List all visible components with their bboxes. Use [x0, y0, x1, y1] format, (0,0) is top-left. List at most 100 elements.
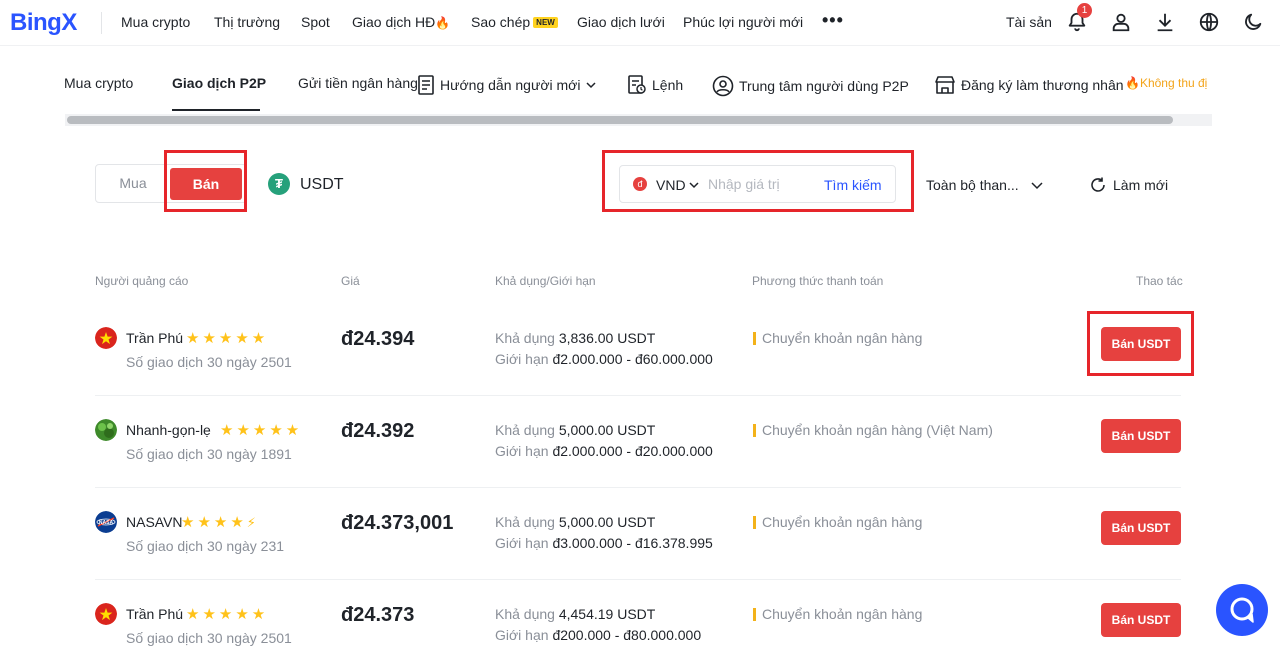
trade-count: Số giao dịch 30 ngày 1891: [126, 446, 292, 462]
fire-icon: 🔥: [435, 16, 451, 30]
subnav-buy-crypto[interactable]: Mua crypto: [64, 75, 133, 91]
advertiser-name[interactable]: Trần Phú: [126, 606, 183, 622]
free-fee-label: Không thu đị: [1139, 76, 1208, 90]
sell-usdt-button[interactable]: Bán USDT: [1101, 511, 1181, 545]
available-prefix: Khả dụng: [495, 514, 555, 530]
user-icon[interactable]: [1110, 11, 1132, 33]
available-value: 3,836.00 USDT: [558, 330, 656, 346]
nav-grid-trading[interactable]: Giao dịch lưới: [577, 14, 665, 30]
coin-selector[interactable]: USDT: [300, 176, 344, 194]
sell-usdt-button[interactable]: Bán USDT: [1101, 419, 1181, 453]
active-tab-indicator: [172, 109, 260, 111]
highlight-box-sell-usdt: [1087, 311, 1194, 376]
payment-method-select[interactable]: Toàn bộ than...: [926, 177, 1019, 193]
usdt-icon: ₮: [268, 173, 290, 195]
store-icon: [935, 76, 955, 94]
rating-stars: ★★★★★: [186, 606, 269, 623]
orders-icon: [628, 75, 646, 94]
price: đ24.392: [341, 420, 415, 442]
chevron-down-icon[interactable]: [1030, 179, 1044, 191]
nav-copy-trade-label: Sao chép: [471, 14, 531, 30]
assets-link[interactable]: Tài sản: [1006, 14, 1052, 30]
trade-count: Số giao dịch 30 ngày 2501: [126, 630, 292, 646]
row-divider: [95, 487, 1181, 488]
download-icon[interactable]: [1154, 11, 1176, 33]
subnav-p2p[interactable]: Giao dịch P2P: [172, 75, 266, 91]
limit-value: đ2.000.000 - đ20.000.000: [552, 443, 713, 459]
price: đ24.373: [341, 604, 415, 626]
refresh-button[interactable]: Làm mới: [1089, 176, 1168, 194]
limit: Giới hạn đ2.000.000 - đ60.000.000: [495, 351, 713, 367]
globe-icon[interactable]: [1198, 11, 1220, 33]
rating-stars: ★★★★⚡: [181, 513, 259, 531]
available: Khả dụng 3,836.00 USDT: [495, 330, 655, 346]
price: đ24.373,001: [341, 512, 454, 534]
avatar-vn-flag: [95, 327, 117, 349]
user-circle-icon: [712, 75, 734, 97]
available: Khả dụng 5,000.00 USDT: [495, 514, 655, 530]
limit: Giới hạn đ2.000.000 - đ20.000.000: [495, 443, 713, 459]
nav-newbie-rewards[interactable]: Phúc lợi người mới: [683, 14, 803, 30]
row-divider: [95, 395, 1181, 396]
payment-method: Chuyển khoản ngân hàng (Việt Nam): [753, 422, 993, 438]
refresh-label: Làm mới: [1113, 177, 1169, 193]
avatar-nasa: NASA: [95, 511, 117, 533]
advertiser-name[interactable]: NASAVN: [126, 514, 183, 530]
limit-prefix: Giới hạn: [495, 627, 549, 643]
subnav-orders-label: Lệnh: [652, 77, 684, 93]
subnav-scrollbar-thumb[interactable]: [67, 116, 1173, 124]
available-prefix: Khả dụng: [495, 330, 555, 346]
highlight-box-sell: [164, 150, 247, 212]
subnav-newbie-guide[interactable]: Hướng dẫn người mới: [417, 75, 597, 95]
subnav-p2p-user-center[interactable]: Trung tâm người dùng P2P: [712, 75, 909, 97]
rating-stars: ★★★★★: [220, 422, 303, 439]
nav-markets[interactable]: Thị trường: [214, 14, 280, 30]
limit-prefix: Giới hạn: [495, 535, 549, 551]
header-price: Giá: [341, 274, 360, 288]
moon-icon[interactable]: [1242, 11, 1264, 33]
price: đ24.394: [341, 328, 415, 350]
header-available-limit: Khả dụng/Giới hạn: [495, 274, 596, 288]
sell-usdt-button[interactable]: Bán USDT: [1101, 603, 1181, 637]
chevron-down-icon: [586, 82, 596, 89]
advertiser-name[interactable]: Trần Phú: [126, 330, 183, 346]
nav-buy-crypto[interactable]: Mua crypto: [121, 14, 190, 30]
rating-stars: ★★★★★: [186, 330, 269, 347]
subnav-bank-deposit[interactable]: Gửi tiền ngân hàng: [298, 75, 418, 91]
trade-count: Số giao dịch 30 ngày 2501: [126, 354, 292, 370]
nav-copy-trade[interactable]: Sao chép NEW: [471, 14, 558, 30]
half-star-icon: ⚡: [246, 515, 259, 530]
available-value: 5,000.00 USDT: [558, 514, 656, 530]
payment-method: Chuyển khoản ngân hàng: [753, 514, 922, 530]
rating-stars-full: ★★★★: [181, 514, 247, 531]
available-value: 5,000.00 USDT: [558, 422, 656, 438]
bingx-logo[interactable]: BingX: [10, 9, 77, 37]
header-action: Thao tác: [1136, 274, 1183, 288]
support-chat-button[interactable]: [1216, 584, 1268, 636]
limit-value: đ3.000.000 - đ16.378.995: [552, 535, 713, 551]
available: Khả dụng 5,000.00 USDT: [495, 422, 655, 438]
highlight-box-search: [602, 150, 914, 212]
available-value: 4,454.19 USDT: [558, 606, 656, 622]
refresh-icon: [1091, 177, 1105, 192]
subnav-merchant-register[interactable]: Đăng ký làm thương nhân: [934, 75, 1124, 95]
subnav-newbie-guide-label: Hướng dẫn người mới: [440, 77, 581, 93]
header-advertiser: Người quảng cáo: [95, 274, 189, 288]
avatar-green: [95, 419, 117, 441]
guide-doc-icon: [418, 75, 434, 95]
limit-prefix: Giới hạn: [495, 351, 549, 367]
limit: Giới hạn đ3.000.000 - đ16.378.995: [495, 535, 713, 551]
available-prefix: Khả dụng: [495, 422, 555, 438]
fire-icon: 🔥: [1125, 76, 1140, 90]
avatar-vn-flag: [95, 603, 117, 625]
limit-value: đ200.000 - đ80.000.000: [552, 627, 702, 643]
buy-tab[interactable]: Mua: [96, 165, 170, 202]
subnav-orders[interactable]: Lệnh: [627, 75, 683, 95]
nav-spot[interactable]: Spot: [301, 14, 330, 30]
nav-futures[interactable]: Giao dịch HĐ🔥: [352, 14, 450, 30]
svg-text:NASA: NASA: [99, 520, 114, 526]
more-menu-button[interactable]: •••: [822, 10, 844, 31]
payment-method: Chuyển khoản ngân hàng: [753, 330, 922, 346]
free-fee-badge: 🔥Không thu đị: [1125, 76, 1207, 90]
advertiser-name[interactable]: Nhanh-gọn-lẹ: [126, 422, 211, 438]
